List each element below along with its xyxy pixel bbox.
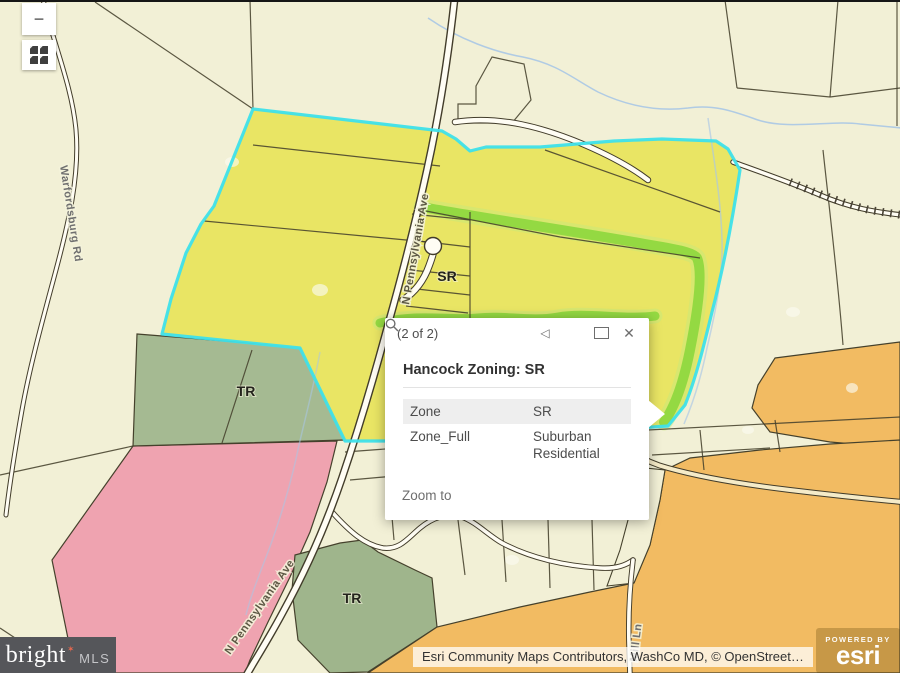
esri-wordmark: esri [836,644,880,666]
map-controls: − [22,3,56,70]
bright-wordmark: bright✶ [6,642,75,669]
powered-by-label: POWERED BY [825,635,890,644]
attribute-table: Zone SR Zone_Full Suburban Residential [403,399,631,466]
esri-logo: POWERED BY esri [816,628,900,673]
field-value: Suburban Residential [526,424,631,466]
popup-header: (2 of 2) ◁ ✕ [385,318,649,348]
map-attribution: Esri Community Maps Contributors, WashCo… [413,647,813,667]
feature-popup: (2 of 2) ◁ ✕ Hancock Zoning: SR Zone SR … [385,318,649,520]
close-icon[interactable]: ✕ [619,318,639,348]
mls-wordmark: MLS [79,645,110,666]
table-row: Zone_Full Suburban Residential [403,424,631,466]
previous-feature-icon[interactable]: ◁ [535,318,555,348]
zoom-out-button[interactable]: − [22,3,56,35]
zone-label-tr-west: TR [237,383,256,399]
star-icon: ✶ [67,644,75,654]
field-value: SR [526,399,631,424]
zone-label-sr: SR [437,268,456,284]
zone-label-tr-south: TR [343,590,362,606]
minus-icon: − [34,9,45,30]
grid-icon [30,46,48,64]
map-viewer: SR TR TR N Pennsylvania Ave N Pennsylvan… [0,0,900,673]
top-border [0,0,900,2]
basemap-grid-button[interactable] [22,40,56,70]
popup-pager: (2 of 2) [397,326,438,341]
popup-title: Hancock Zoning: SR [403,362,631,378]
zoom-to-label: Zoom to [402,488,452,503]
maximize-icon[interactable] [591,318,611,348]
zoom-to-button[interactable]: Zoom to [402,488,649,503]
popup-divider [403,387,631,388]
popup-tail [648,400,665,428]
field-name: Zone_Full [403,424,526,466]
magnifier-icon [385,318,399,332]
cul-de-sac-circle [425,238,442,255]
field-name: Zone [403,399,526,424]
table-row: Zone SR [403,399,631,424]
brightmls-logo: bright✶ MLS [0,637,116,673]
